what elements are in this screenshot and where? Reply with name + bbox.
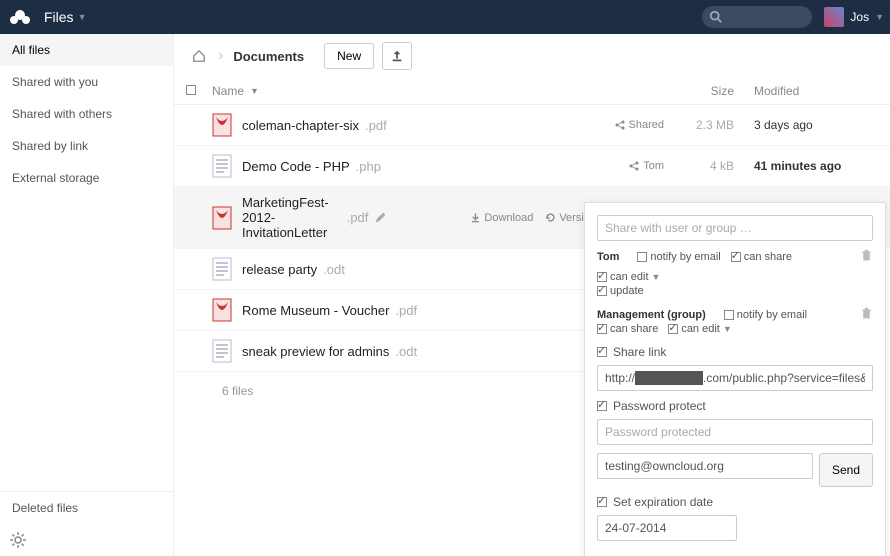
file-modified: 41 minutes ago xyxy=(754,159,874,173)
file-ext: .pdf xyxy=(395,303,417,318)
file-name: coleman-chapter-six xyxy=(242,118,359,133)
user-menu-button[interactable]: Jos ▼ xyxy=(824,7,884,27)
nav-external-storage[interactable]: External storage xyxy=(0,162,173,194)
shared-indicator[interactable]: Tom xyxy=(628,160,664,172)
perm-can-share[interactable]: can share xyxy=(597,323,658,335)
breadcrumb-home[interactable] xyxy=(190,47,208,65)
perm-update[interactable]: update xyxy=(597,285,644,297)
nav-shared-by-link[interactable]: Shared by link xyxy=(0,130,173,162)
breadcrumb-current[interactable]: Documents xyxy=(233,49,304,64)
user-name: Jos xyxy=(850,10,869,24)
nav-deleted-files[interactable]: Deleted files xyxy=(0,492,173,524)
select-all-checkbox[interactable] xyxy=(186,85,196,95)
file-size: 4 kB xyxy=(674,159,754,173)
content-area: › Documents New Name ▼ Size Modified col… xyxy=(174,34,890,556)
document-icon xyxy=(212,339,232,363)
search-icon xyxy=(709,10,723,24)
perm-notify-by-email[interactable]: notify by email xyxy=(637,251,720,263)
breadcrumb-bar: › Documents New xyxy=(174,34,890,78)
caret-down-icon: ▼ xyxy=(78,12,87,22)
app-logo[interactable] xyxy=(6,3,34,31)
sort-indicator-icon: ▼ xyxy=(250,86,259,96)
file-name: release party xyxy=(242,262,317,277)
share-popover: Tom notify by email can share can edit ▼ upd… xyxy=(584,202,886,556)
perm-can-edit[interactable]: can edit ▼ xyxy=(668,323,731,335)
new-button[interactable]: New xyxy=(324,43,374,69)
document-icon xyxy=(212,257,232,281)
file-size: 2.3 MB xyxy=(674,118,754,132)
pencil-icon[interactable] xyxy=(374,212,386,224)
file-name: MarketingFest-2012-InvitationLetter xyxy=(242,195,341,240)
email-field[interactable] xyxy=(597,453,813,479)
file-row[interactable]: Demo Code - PHP .php Tom 4 kB41 minutes ag… xyxy=(174,146,890,187)
expiration-label: Set expiration date xyxy=(613,495,713,509)
file-ext: .odt xyxy=(323,262,345,277)
column-name[interactable]: Name ▼ xyxy=(212,84,674,98)
share-link-checkbox[interactable] xyxy=(597,347,607,357)
nav-all-files[interactable]: All files xyxy=(0,34,173,66)
sharee: Management (group) notify by email can sha… xyxy=(597,307,873,335)
file-ext: .php xyxy=(356,159,381,174)
home-icon xyxy=(192,49,206,63)
search-wrap xyxy=(702,6,812,28)
file-modified: 3 days ago xyxy=(754,118,874,132)
password-protect-checkbox[interactable] xyxy=(597,401,607,411)
sharee-name: Tom xyxy=(597,251,619,263)
sidebar: All filesShared with youShared with othe… xyxy=(0,34,174,556)
file-row[interactable]: coleman-chapter-six .pdf Shared 2.3 MB3 da… xyxy=(174,105,890,146)
file-ext: .pdf xyxy=(365,118,387,133)
document-icon xyxy=(212,154,232,178)
file-name: Rome Museum - Voucher xyxy=(242,303,389,318)
upload-icon xyxy=(390,49,404,63)
column-size[interactable]: Size xyxy=(674,84,754,98)
download-action[interactable]: Download xyxy=(470,212,533,224)
share-link-field[interactable] xyxy=(597,365,873,391)
pdf-icon xyxy=(212,298,232,322)
nav-shared-with-others[interactable]: Shared with others xyxy=(0,98,173,130)
nav-shared-with-you[interactable]: Shared with you xyxy=(0,66,173,98)
top-bar: Files ▼ Jos ▼ xyxy=(0,0,890,34)
file-ext: .pdf xyxy=(347,210,369,225)
sharee: Tom notify by email can share can edit ▼ upd… xyxy=(597,249,873,297)
pdf-icon xyxy=(212,113,232,137)
sharee-name: Management (group) xyxy=(597,309,706,321)
perm-can-share[interactable]: can share xyxy=(731,251,792,263)
remove-sharee-button[interactable] xyxy=(852,307,873,320)
expiration-field[interactable] xyxy=(597,515,737,541)
remove-sharee-button[interactable] xyxy=(852,249,873,262)
settings-button[interactable] xyxy=(0,524,173,556)
file-name: sneak preview for admins xyxy=(242,344,389,359)
send-button[interactable]: Send xyxy=(819,453,873,487)
caret-down-icon: ▼ xyxy=(875,12,884,22)
share-link-label: Share link xyxy=(613,345,666,359)
avatar xyxy=(824,7,844,27)
summary-count: 6 files xyxy=(222,384,253,398)
upload-button[interactable] xyxy=(382,42,412,70)
perm-notify-by-email[interactable]: notify by email xyxy=(724,309,807,321)
file-ext: .odt xyxy=(395,344,417,359)
shared-indicator[interactable]: Shared xyxy=(614,119,664,131)
table-header: Name ▼ Size Modified xyxy=(174,78,890,105)
file-name: Demo Code - PHP xyxy=(242,159,350,174)
breadcrumb-separator: › xyxy=(218,47,223,65)
column-modified[interactable]: Modified xyxy=(754,84,874,98)
app-name: Files xyxy=(44,9,74,25)
password-protect-label: Password protect xyxy=(613,399,706,413)
pdf-icon xyxy=(212,206,232,230)
share-with-input[interactable] xyxy=(597,215,873,241)
password-field[interactable] xyxy=(597,419,873,445)
app-menu-button[interactable]: Files ▼ xyxy=(34,3,96,31)
perm-can-edit[interactable]: can edit ▼ xyxy=(597,271,660,283)
expiration-checkbox[interactable] xyxy=(597,497,607,507)
gear-icon xyxy=(10,532,26,548)
